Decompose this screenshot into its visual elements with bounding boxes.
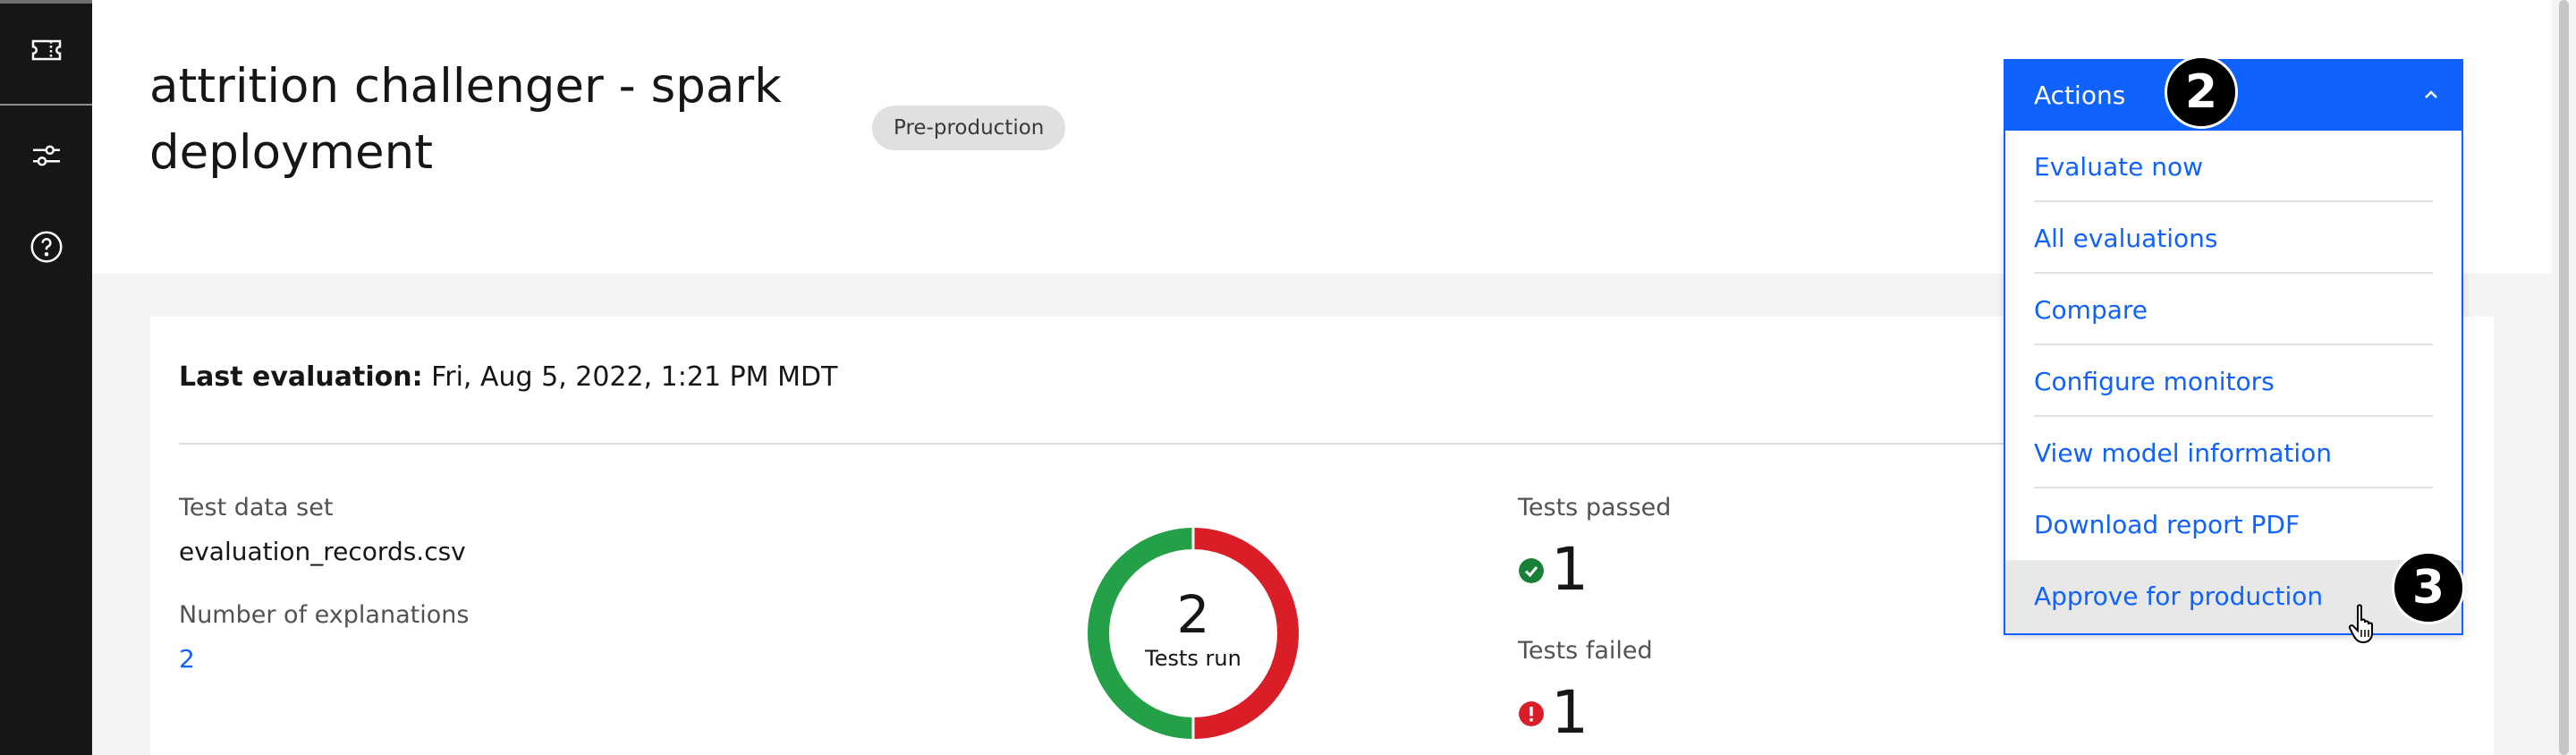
menu-item-label: Evaluate now bbox=[2034, 152, 2203, 182]
explanations-label: Number of explanations bbox=[179, 601, 470, 629]
menu-item-view-model-information[interactable]: View model information bbox=[2005, 417, 2462, 488]
tests-run-count: 2 bbox=[1176, 584, 1210, 645]
test-data-set-value: evaluation_records.csv bbox=[179, 537, 466, 566]
menu-item-compare[interactable]: Compare bbox=[2005, 274, 2462, 345]
sidebar-divider bbox=[0, 104, 92, 106]
last-evaluation: Last evaluation: Fri, Aug 5, 2022, 1:21 … bbox=[179, 361, 837, 393]
sidebar-active-indicator bbox=[0, 0, 92, 4]
callout-marker-3: 3 bbox=[2392, 551, 2465, 624]
menu-item-label: Approve for production bbox=[2034, 581, 2324, 611]
menu-item-all-evaluations[interactable]: All evaluations bbox=[2005, 202, 2462, 274]
menu-item-label: All evaluations bbox=[2034, 224, 2218, 253]
actions-label: Actions bbox=[2034, 81, 2126, 110]
menu-item-label: Download report PDF bbox=[2034, 510, 2301, 539]
checkmark-icon bbox=[1519, 558, 1544, 583]
menu-item-download-report-pdf[interactable]: Download report PDF bbox=[2005, 488, 2462, 560]
test-data-set-label: Test data set bbox=[179, 494, 334, 522]
last-evaluation-value: Fri, Aug 5, 2022, 1:21 PM MDT bbox=[431, 361, 838, 393]
explanations-link[interactable]: 2 bbox=[179, 644, 195, 674]
sidebar bbox=[0, 0, 92, 755]
tests-passed-count: 1 bbox=[1551, 535, 1589, 604]
menu-item-label: Configure monitors bbox=[2034, 367, 2275, 396]
tests-failed-count: 1 bbox=[1551, 678, 1589, 747]
error-icon bbox=[1519, 701, 1544, 726]
actions-menu: Evaluate now All evaluations Compare Con… bbox=[2004, 131, 2463, 635]
help-icon[interactable] bbox=[27, 227, 66, 267]
menu-item-label: View model information bbox=[2034, 438, 2333, 468]
menu-item-label: Compare bbox=[2034, 295, 2148, 325]
ticket-icon[interactable] bbox=[27, 30, 66, 70]
menu-item-configure-monitors[interactable]: Configure monitors bbox=[2005, 345, 2462, 417]
menu-item-evaluate-now[interactable]: Evaluate now bbox=[2005, 131, 2462, 202]
vertical-scrollbar[interactable] bbox=[2552, 0, 2576, 755]
tests-run-label: Tests run bbox=[1145, 646, 1241, 671]
last-evaluation-label: Last evaluation: bbox=[179, 361, 423, 393]
card-divider bbox=[179, 443, 2021, 445]
page-title: attrition challenger - spark deployment bbox=[149, 59, 782, 180]
tests-passed-label: Tests passed bbox=[1518, 494, 1672, 522]
status-tag: Pre-production bbox=[872, 106, 1066, 150]
chevron-up-icon bbox=[2425, 90, 2437, 98]
sliders-icon[interactable] bbox=[27, 136, 66, 175]
scrollbar-thumb[interactable] bbox=[2559, 0, 2569, 755]
callout-marker-2: 2 bbox=[2165, 55, 2238, 129]
tests-failed-label: Tests failed bbox=[1518, 637, 1653, 665]
hand-pointer-cursor-icon bbox=[2348, 604, 2373, 644]
